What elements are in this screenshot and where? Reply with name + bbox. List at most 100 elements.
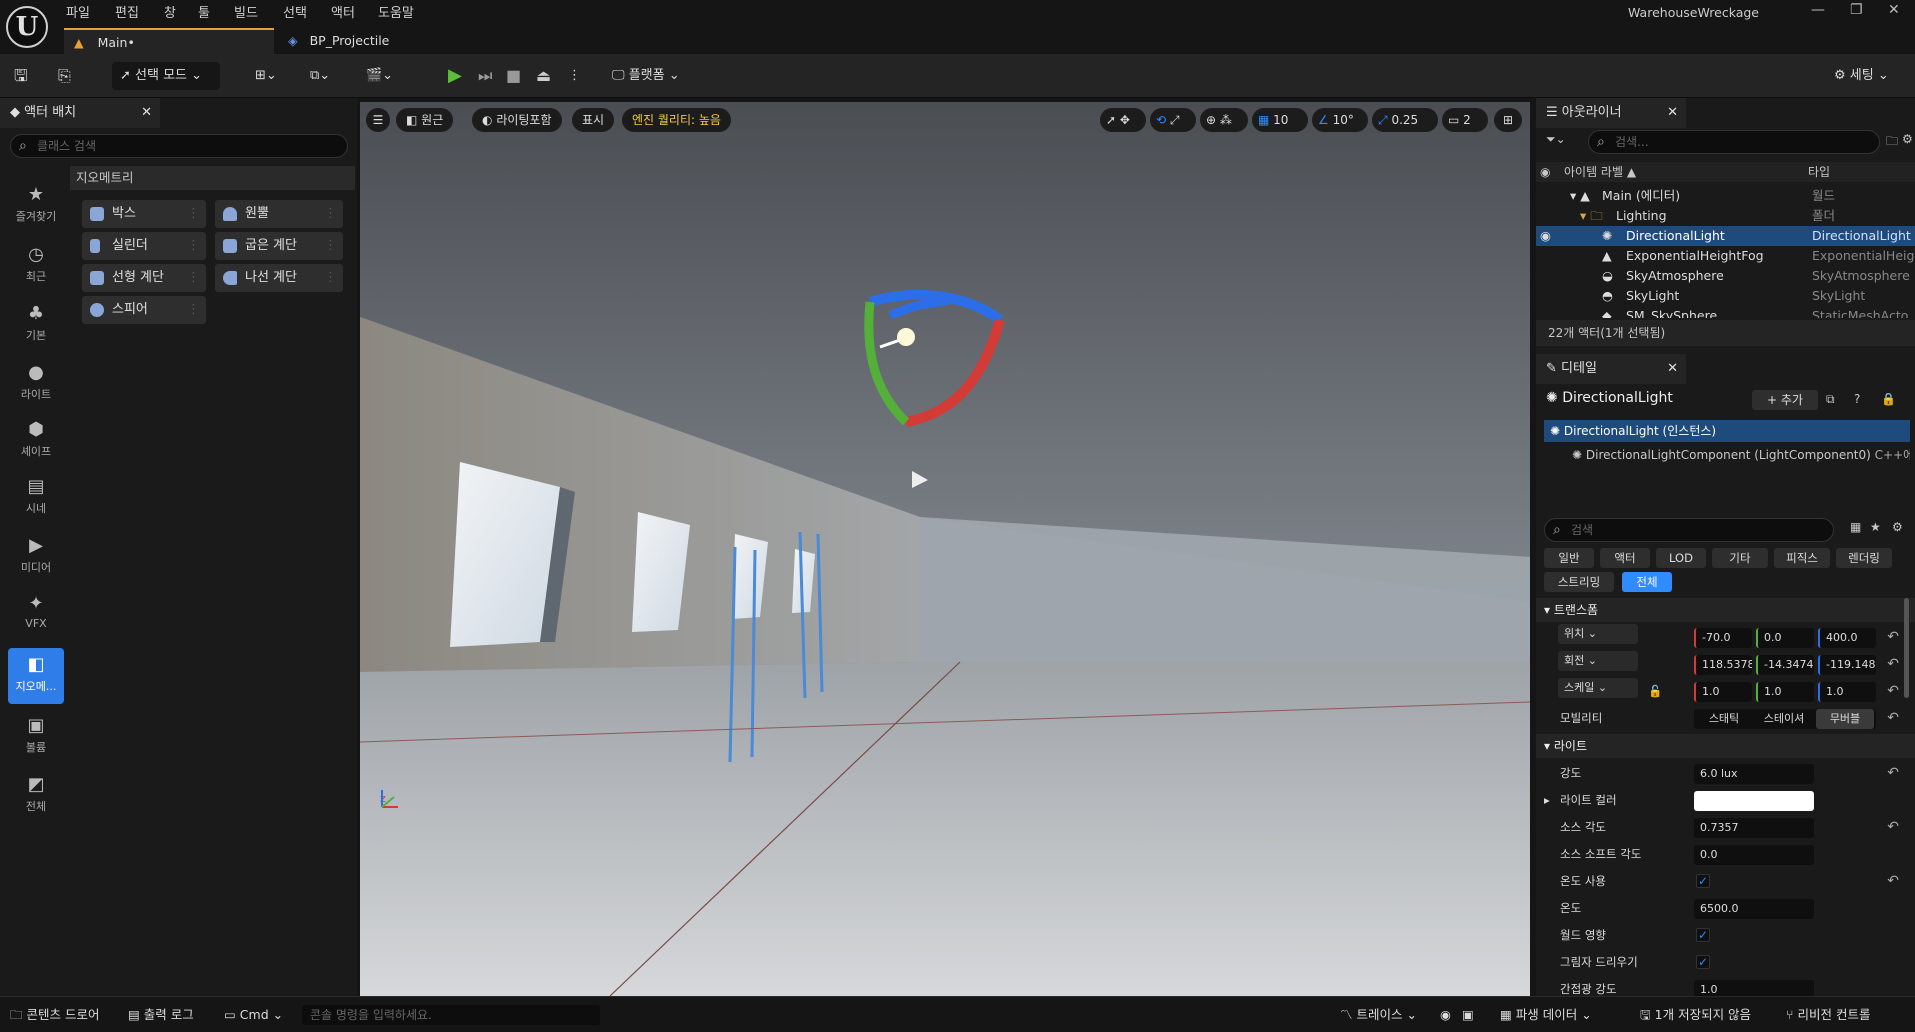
unsaved-button[interactable]: 🖫 1개 저장되지 않음 (1640, 997, 1751, 1032)
menu-tools[interactable]: 툴 (198, 2, 210, 21)
category-geometry[interactable]: ◧ 지오메... (8, 648, 64, 704)
more-options-icon[interactable]: ⋮ (568, 62, 581, 90)
temperature-field[interactable]: 6500.0 (1694, 899, 1814, 919)
use-temperature-checkbox[interactable]: ✓ (1696, 874, 1710, 888)
source-angle-field[interactable]: 0.7357 (1694, 818, 1814, 838)
expand-icon[interactable]: ▸ (1544, 787, 1550, 814)
rotation-x[interactable]: 118.5378 (1694, 655, 1752, 675)
geometry-item-box[interactable]: 박스 ⋮ (82, 200, 206, 228)
reset-icon[interactable]: ↶ (1887, 814, 1899, 841)
drag-handle-icon[interactable]: ⋮ (187, 264, 200, 292)
details-tab[interactable]: ✎ 디테일 ✕ (1536, 354, 1686, 384)
drag-handle-icon[interactable]: ⋮ (324, 264, 337, 292)
outliner-row[interactable]: ◆ SM_SkySphere StaticMeshActo (1536, 306, 1915, 318)
drag-handle-icon[interactable]: ⋮ (324, 200, 337, 228)
derived-data-button[interactable]: ▦ 파생 데이터 ⌄ (1500, 997, 1592, 1032)
details-scrollbar[interactable] (1904, 598, 1909, 698)
scale-tool-icon[interactable]: ⤢ (1170, 113, 1180, 127)
angle-snap-button[interactable]: ∠ 10° (1312, 108, 1368, 132)
menu-select[interactable]: 선택 (283, 2, 307, 21)
lighting-mode-button[interactable]: ◐ 라이팅포함 (472, 108, 562, 132)
cmd-dropdown[interactable]: ▭ Cmd ⌄ (224, 997, 283, 1032)
select-tool-icon[interactable]: ➚ (1106, 113, 1116, 127)
intensity-field[interactable]: 6.0 lux (1694, 764, 1814, 784)
help-icon[interactable]: ? (1854, 392, 1860, 406)
location-z[interactable]: 400.0 (1818, 628, 1876, 648)
tab-main[interactable]: ▲ Main• (64, 28, 274, 54)
layout-icon[interactable]: ⊞ (1494, 108, 1522, 132)
geometry-item-curved-stair[interactable]: 굽은 계단 ⋮ (215, 232, 343, 260)
component-row[interactable]: ✺ DirectionalLightComponent (LightCompon… (1544, 444, 1910, 466)
record-icon[interactable]: ◉ (1440, 997, 1451, 1032)
outliner-search-input[interactable]: 검색... (1588, 130, 1880, 154)
outliner-row-selected[interactable]: ◉ ✺ DirectionalLight DirectionalLight (1536, 226, 1915, 246)
minimize-icon[interactable]: — (1811, 2, 1825, 18)
grid-snap-button[interactable]: ▦ 10 (1252, 108, 1308, 132)
rotate-scale-tools[interactable]: ⟲ ⤢ (1150, 108, 1196, 132)
unreal-logo-icon[interactable]: U (6, 6, 48, 48)
drag-handle-icon[interactable]: ⋮ (187, 200, 200, 228)
menu-help[interactable]: 도움말 (378, 2, 414, 21)
location-y[interactable]: 0.0 (1756, 628, 1814, 648)
scalability-warning[interactable]: 엔진 퀄리티: 높음 (622, 108, 731, 132)
stop-icon[interactable]: ■ (506, 62, 521, 90)
col-type[interactable]: 타입 (1808, 162, 1830, 182)
reset-icon[interactable]: ↶ (1887, 624, 1899, 651)
category-lights[interactable]: ● 라이트 (8, 362, 64, 402)
blueprint-menu-button[interactable]: ⧉⌄ (310, 62, 330, 90)
filter-rendering[interactable]: 렌더링 (1836, 548, 1892, 568)
location-dropdown[interactable]: 위치 ⌄ (1558, 624, 1638, 644)
category-all[interactable]: ◩ 전체 (8, 774, 64, 814)
step-icon[interactable]: ⏭ (478, 62, 492, 90)
visibility-icon[interactable]: ◉ (1540, 226, 1551, 246)
category-shapes[interactable]: ⬢ 셰이프 (8, 419, 64, 459)
eject-icon[interactable]: ⏏ (536, 62, 551, 90)
outliner-settings-icon[interactable]: ⚙ (1902, 132, 1913, 146)
category-volumes[interactable]: ▣ 볼륨 (8, 715, 64, 755)
world-icon[interactable]: ⊕ (1206, 113, 1216, 127)
category-vfx[interactable]: ✦ VFX (8, 593, 64, 630)
scale-x[interactable]: 1.0 (1694, 682, 1752, 702)
content-drawer-button[interactable]: 🗀 콘텐츠 드로어 (10, 997, 99, 1032)
screenshot-icon[interactable]: ▣ (1462, 997, 1474, 1032)
blueprint-convert-icon[interactable]: ⧉ (1826, 392, 1835, 407)
transform-tools[interactable]: ➚ ✥ (1100, 108, 1146, 132)
category-cinematic[interactable]: ▤ 시네 (8, 476, 64, 516)
outliner-row[interactable]: ▾ ▲ Main (에디터) 월드 (1536, 186, 1915, 206)
outliner-row[interactable]: ◒ SkyAtmosphere SkyAtmosphere (1536, 266, 1915, 286)
filter-icon[interactable]: ⏷⌄ (1546, 132, 1566, 147)
menu-window[interactable]: 창 (164, 2, 176, 21)
menu-actor[interactable]: 액터 (331, 2, 355, 21)
output-log-button[interactable]: ▤ 출력 로그 (128, 997, 194, 1032)
section-transform[interactable]: ▾ 트랜스폼 (1536, 598, 1915, 622)
category-recent[interactable]: ◷ 최근 (8, 244, 64, 284)
camera-speed-button[interactable]: ▭ 2 (1442, 108, 1488, 132)
category-basic[interactable]: ♣ 기본 (8, 303, 64, 343)
filter-lod[interactable]: LOD (1656, 548, 1706, 568)
filter-misc[interactable]: 기타 (1712, 548, 1768, 568)
filter-all[interactable]: 전체 (1622, 572, 1672, 592)
outliner-row[interactable]: ▲ ExponentialHeightFog ExponentialHeig (1536, 246, 1915, 266)
add-component-button[interactable]: + 추가 (1752, 390, 1818, 410)
move-tool-icon[interactable]: ✥ (1120, 113, 1130, 127)
class-search-input[interactable]: 클래스 검색 (10, 134, 348, 158)
place-actors-tab[interactable]: ◆ 액터 배치 ✕ (0, 98, 160, 128)
category-media[interactable]: ▶ 미디어 (8, 535, 64, 575)
settings-button[interactable]: ⚙ 세팅 ⌄ (1834, 62, 1914, 90)
add-folder-icon[interactable]: 🗀 (1886, 132, 1898, 153)
cinematics-button[interactable]: 🎬⌄ (366, 62, 393, 90)
geometry-item-sphere[interactable]: 스피어 ⋮ (82, 296, 206, 324)
filter-streaming[interactable]: 스트리밍 (1544, 572, 1614, 592)
table-view-icon[interactable]: ▦ (1850, 520, 1861, 534)
details-search-input[interactable]: 검색 (1544, 518, 1834, 542)
mobility-movable[interactable]: 무버블 (1816, 709, 1874, 729)
mobility-static[interactable]: 스태틱 (1694, 709, 1754, 729)
indirect-intensity-field[interactable]: 1.0 (1694, 980, 1814, 996)
close-tab-icon[interactable]: ✕ (141, 98, 152, 128)
scale-snap-button[interactable]: ⤢ 0.25 (1372, 108, 1438, 132)
expand-icon[interactable]: ▾ ▲ (1570, 186, 1590, 206)
drag-handle-icon[interactable]: ⋮ (187, 232, 200, 260)
geometry-item-spiral-stair[interactable]: 나선 계단 ⋮ (215, 264, 343, 292)
select-mode-button[interactable]: ➚ 선택 모드 ⌄ (112, 62, 220, 90)
folder-icon[interactable]: ▾ 🗀 (1580, 206, 1603, 226)
